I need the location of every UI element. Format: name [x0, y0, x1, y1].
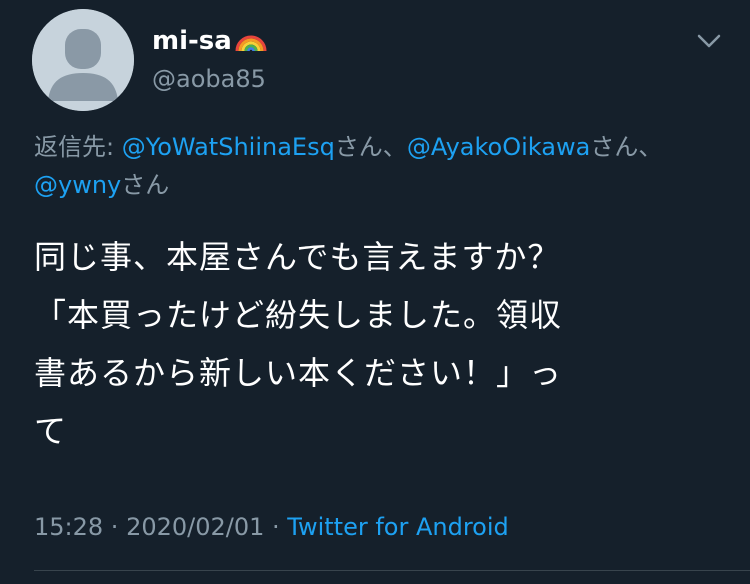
- avatar[interactable]: [32, 9, 134, 111]
- divider: [34, 570, 750, 571]
- mention-link-3[interactable]: @ywny: [34, 171, 121, 199]
- chevron-down-icon[interactable]: [694, 28, 724, 54]
- tweet-text: 同じ事、本屋さんでも言えますか？ 「本買ったけど紛失しました。領収 書あるから新…: [34, 228, 724, 460]
- default-profile-icon: [32, 9, 134, 111]
- tweet-meta: 15:28 · 2020/02/01 · Twitter for Android: [34, 508, 509, 546]
- reply-prefix: 返信先:: [34, 133, 115, 161]
- tweet-text-line: 「本買ったけど紛失しました。領収: [34, 296, 563, 334]
- meta-separator: ·: [103, 513, 127, 541]
- mention-suffix-3: さん: [121, 171, 170, 199]
- display-name-text: mi-sa: [152, 26, 232, 56]
- rainbow-emoji-icon: [234, 25, 268, 62]
- tweet-text-line: て: [34, 412, 68, 450]
- tweet-detail: mi-sa @aoba85 返信先: @YoWatShiinaEsqさん、@Ay…: [0, 0, 750, 584]
- meta-separator: ·: [264, 513, 288, 541]
- reply-context: 返信先: @YoWatShiinaEsqさん、@AyakoOikawaさん、@y…: [34, 128, 714, 204]
- tweet-text-line: 同じ事、本屋さんでも言えますか？: [34, 238, 561, 276]
- display-name[interactable]: mi-sa: [152, 24, 268, 62]
- mention-suffix-1: さん、: [334, 133, 407, 161]
- source-link[interactable]: Twitter for Android: [287, 513, 508, 541]
- mention-suffix-2: さん、: [590, 133, 663, 161]
- mention-link-1[interactable]: @YoWatShiinaEsq: [122, 133, 335, 161]
- tweet-date[interactable]: 2020/02/01: [126, 513, 264, 541]
- tweet-text-line: 書あるから新しい本ください！」っ: [34, 354, 563, 392]
- user-handle[interactable]: @aoba85: [152, 63, 266, 95]
- tweet-time[interactable]: 15:28: [34, 513, 103, 541]
- mention-link-2[interactable]: @AyakoOikawa: [407, 133, 591, 161]
